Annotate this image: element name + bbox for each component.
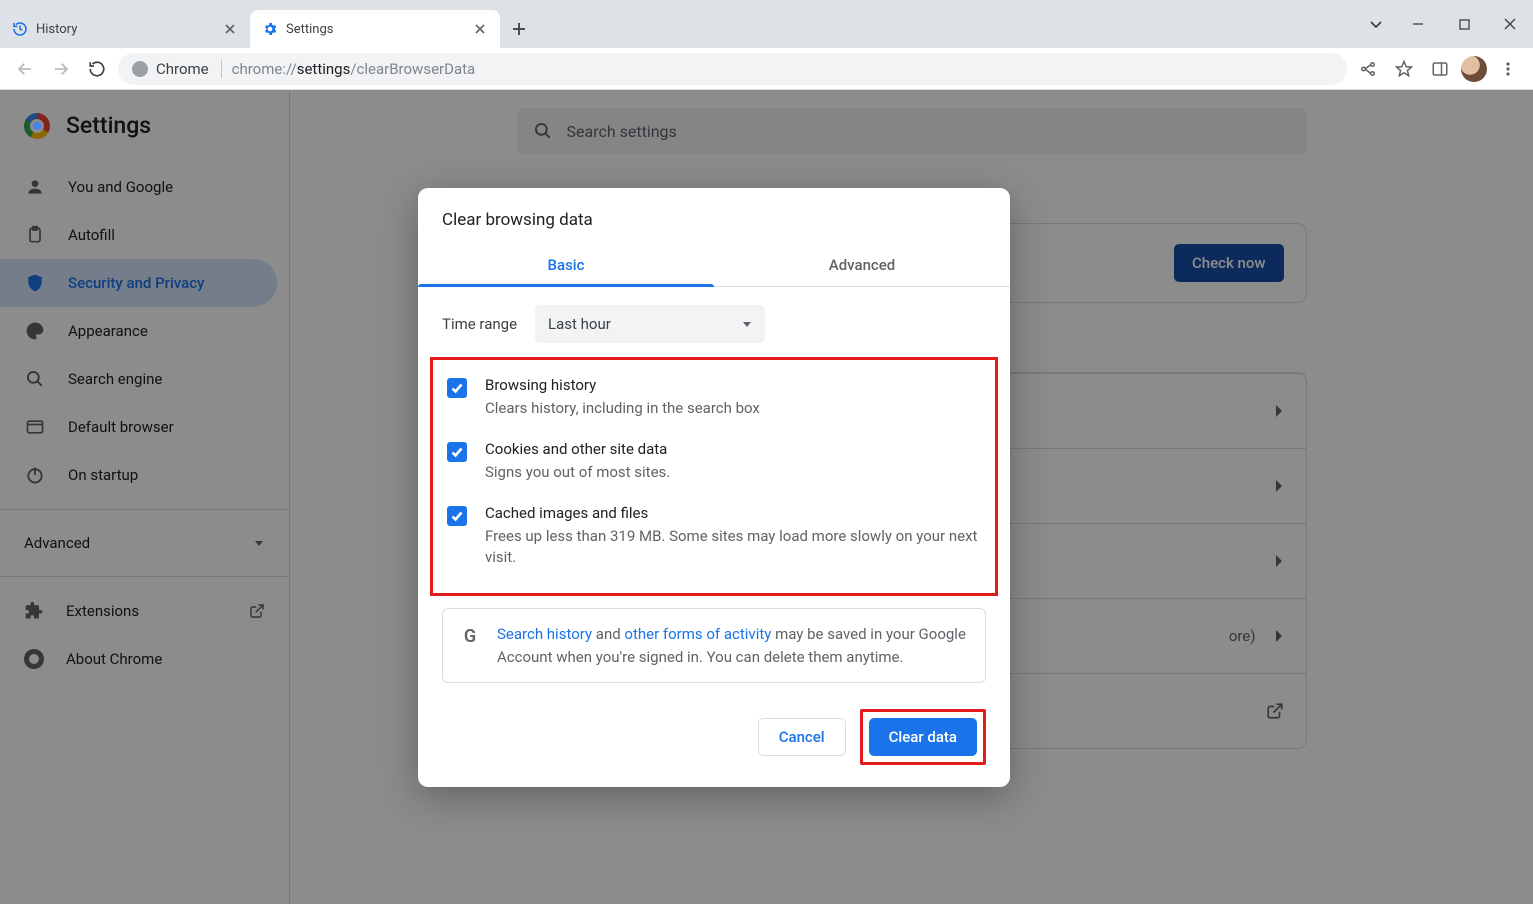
reload-button[interactable] [82, 54, 112, 84]
other-activity-link[interactable]: other forms of activity [624, 625, 771, 643]
checkbox-title: Cookies and other site data [485, 440, 670, 458]
chrome-icon [132, 61, 148, 77]
checkbox-title: Cached images and files [485, 504, 981, 522]
tab-title: Settings [286, 22, 333, 37]
tab-title: History [36, 22, 77, 37]
maximize-button[interactable] [1441, 0, 1487, 48]
tab-search-button[interactable] [1357, 0, 1395, 48]
search-history-link[interactable]: Search history [497, 625, 592, 643]
google-icon: G [459, 625, 481, 647]
browser-tab-strip: History Settings [0, 0, 1533, 48]
gear-icon [262, 21, 278, 37]
checkbox-icon[interactable] [447, 442, 467, 462]
cancel-button[interactable]: Cancel [758, 718, 846, 756]
history-icon [12, 21, 28, 37]
new-tab-button[interactable] [504, 14, 534, 44]
google-account-info: G Search history and other forms of acti… [442, 608, 986, 683]
tab-settings[interactable]: Settings [250, 10, 500, 48]
checkbox-icon[interactable] [447, 506, 467, 526]
dialog-title: Clear browsing data [418, 210, 1010, 244]
time-range-select[interactable]: Last hour [535, 305, 765, 343]
checkbox-browsing-history[interactable]: Browsing history Clears history, includi… [443, 366, 985, 430]
checkbox-icon[interactable] [447, 378, 467, 398]
time-range-row: Time range Last hour [418, 287, 1010, 357]
time-range-value: Last hour [548, 315, 611, 333]
back-button[interactable] [10, 54, 40, 84]
clear-browsing-data-dialog: Clear browsing data Basic Advanced Time … [418, 188, 1010, 787]
close-window-button[interactable] [1487, 0, 1533, 48]
menu-button[interactable] [1493, 54, 1523, 84]
url-scheme-label: Chrome [156, 60, 209, 78]
dialog-tabs: Basic Advanced [418, 244, 1010, 287]
dialog-actions: Cancel Clear data [418, 683, 1010, 765]
checkbox-cached[interactable]: Cached images and files Frees up less th… [443, 494, 985, 580]
checkbox-cookies[interactable]: Cookies and other site data Signs you ou… [443, 430, 985, 494]
url-scheme-chip: Chrome [132, 60, 222, 78]
browser-toolbar: Chrome chrome://settings/clearBrowserDat… [0, 48, 1533, 90]
url-text: chrome://settings/clearBrowserData [232, 60, 476, 78]
forward-button[interactable] [46, 54, 76, 84]
info-text: Search history and other forms of activi… [497, 623, 969, 668]
address-bar[interactable]: Chrome chrome://settings/clearBrowserDat… [118, 53, 1347, 85]
clear-data-button[interactable]: Clear data [869, 718, 977, 756]
clear-data-highlight: Clear data [860, 709, 986, 765]
minimize-button[interactable] [1395, 0, 1441, 48]
side-panel-button[interactable] [1425, 54, 1455, 84]
checkbox-group-highlight: Browsing history Clears history, includi… [430, 357, 998, 596]
checkbox-subtitle: Frees up less than 319 MB. Some sites ma… [485, 526, 981, 570]
checkbox-subtitle: Clears history, including in the search … [485, 398, 760, 420]
close-icon[interactable] [222, 21, 238, 37]
tab-advanced[interactable]: Advanced [714, 244, 1010, 286]
window-controls [1357, 0, 1533, 48]
checkbox-title: Browsing history [485, 376, 760, 394]
close-icon[interactable] [472, 21, 488, 37]
checkbox-subtitle: Signs you out of most sites. [485, 462, 670, 484]
tab-history[interactable]: History [0, 10, 250, 48]
bookmark-button[interactable] [1389, 54, 1419, 84]
profile-avatar[interactable] [1461, 56, 1487, 82]
share-button[interactable] [1353, 54, 1383, 84]
time-range-label: Time range [442, 315, 517, 333]
tab-basic[interactable]: Basic [418, 244, 714, 286]
chevron-down-icon [742, 319, 752, 329]
